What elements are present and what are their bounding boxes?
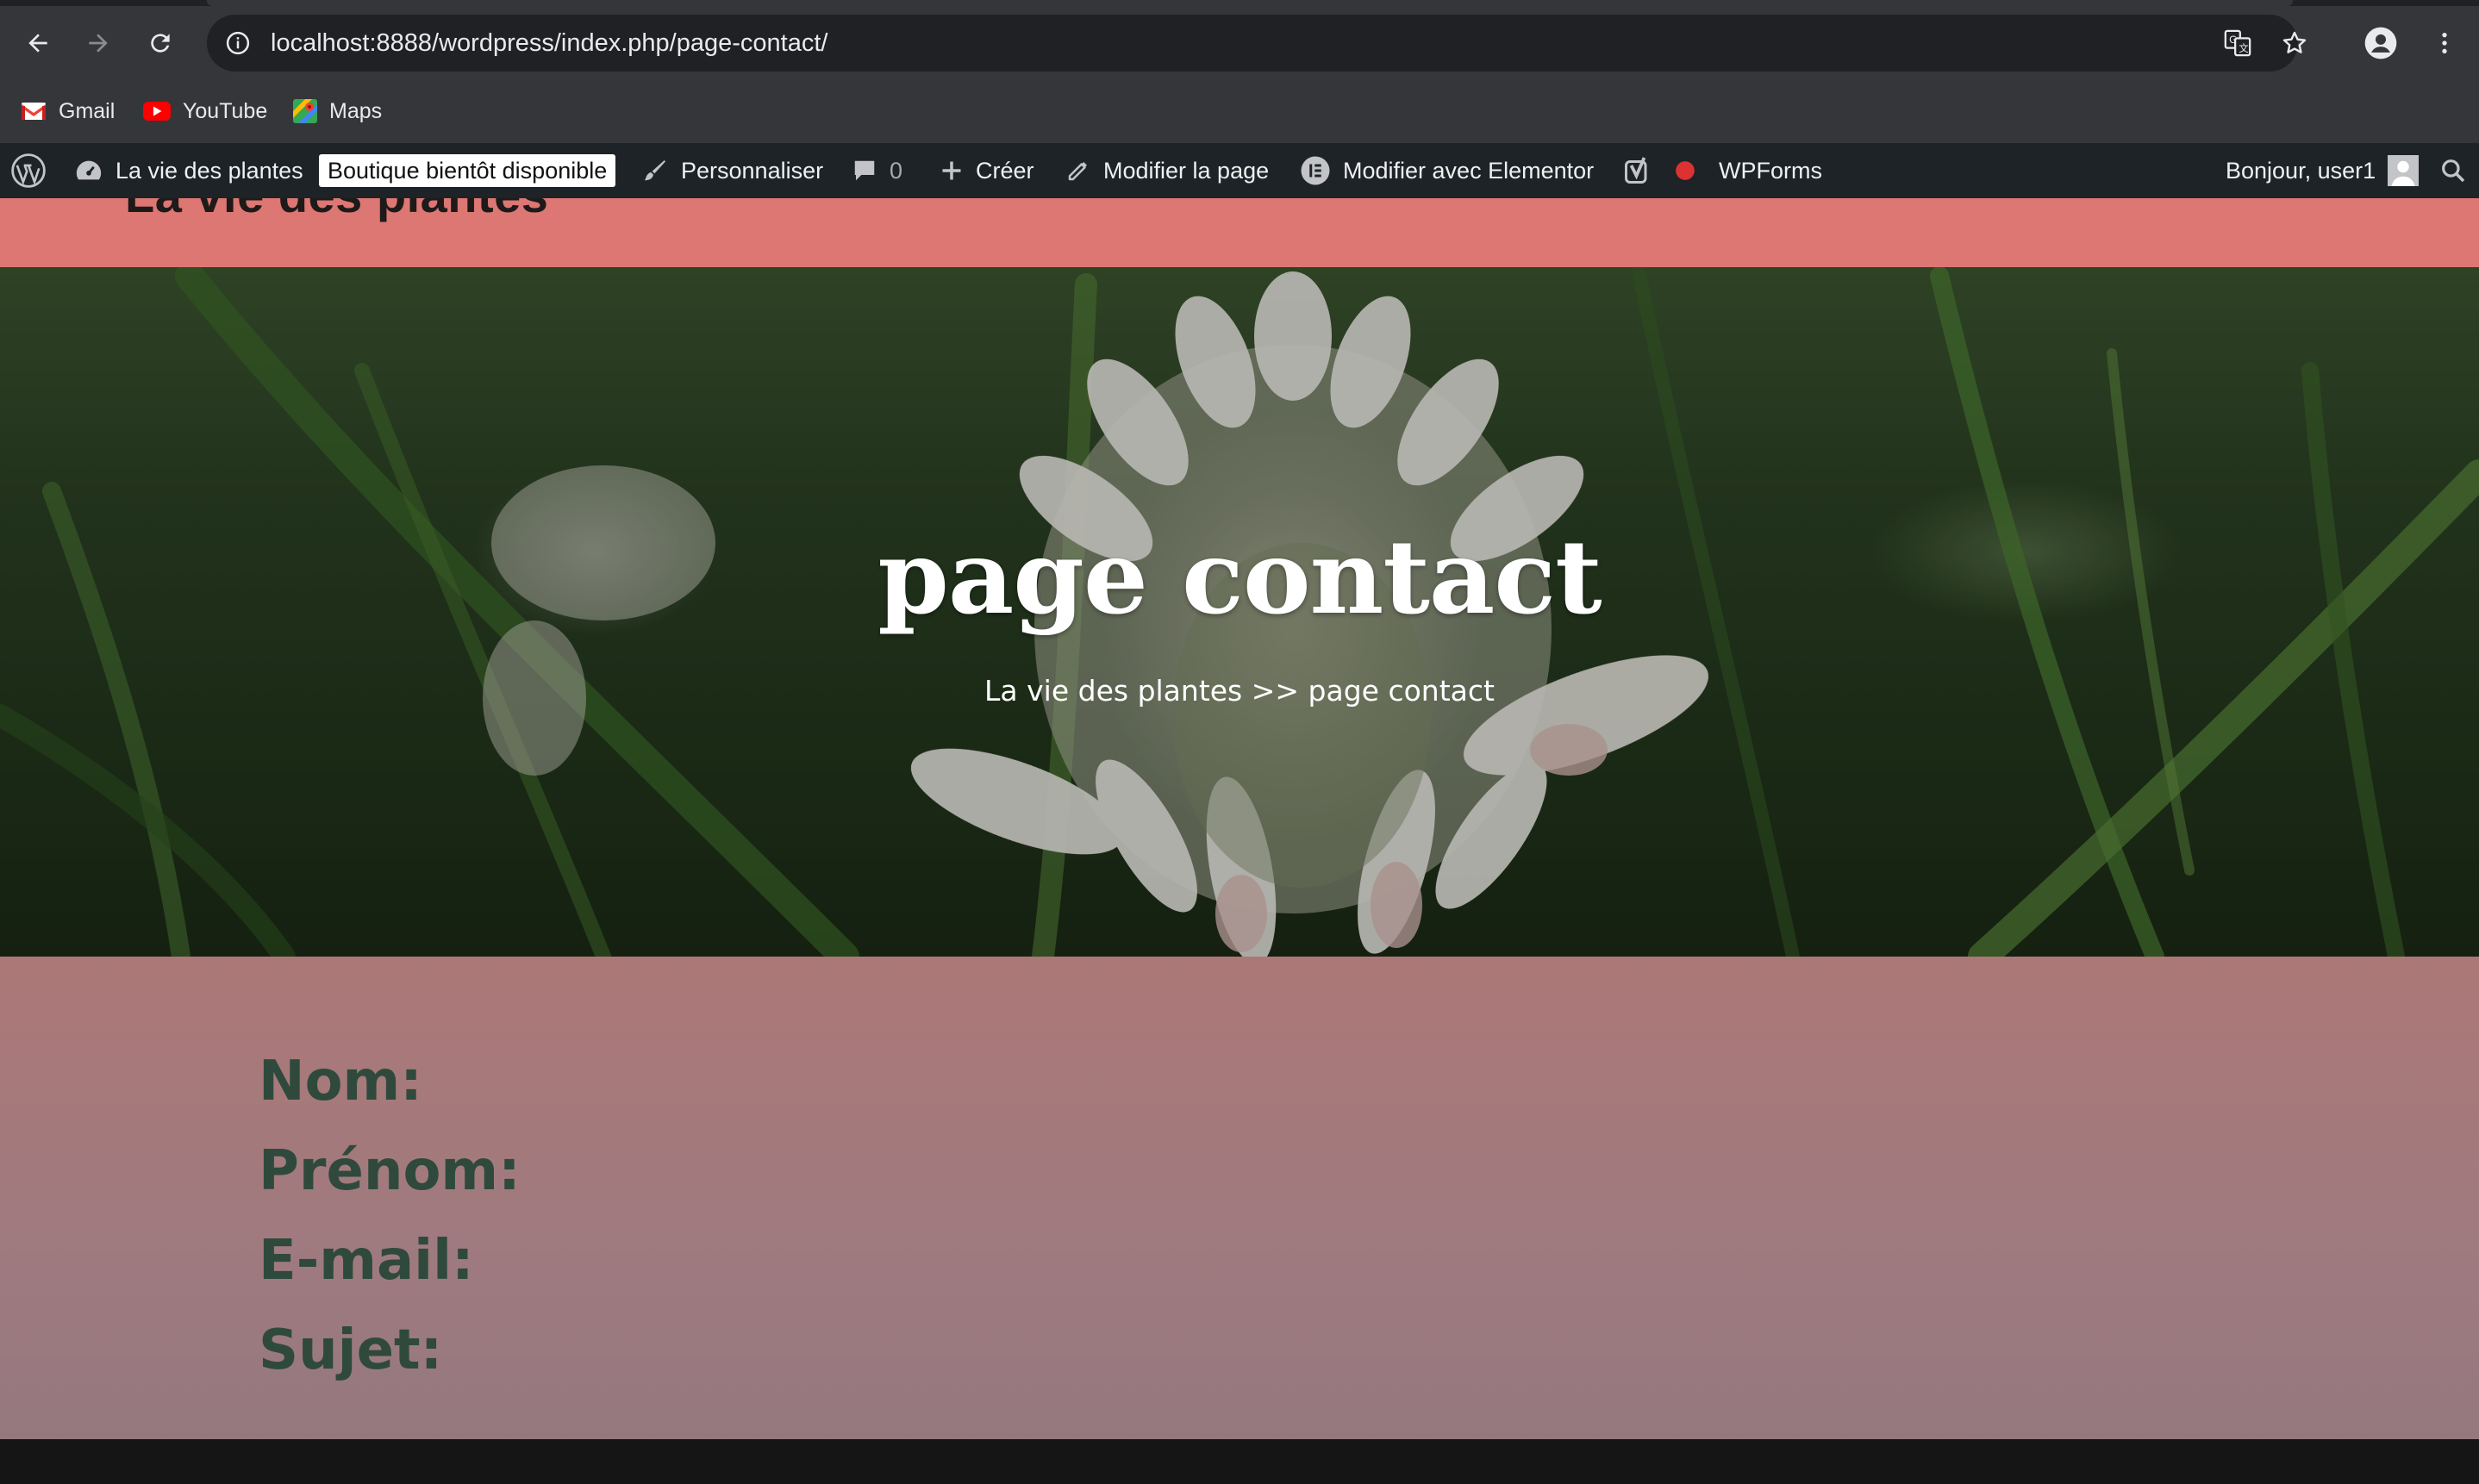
reload-button[interactable] <box>134 17 186 69</box>
bookmarks-bar: Gmail YouTube Maps <box>0 88 2479 134</box>
customize-link[interactable]: Personnaliser <box>641 143 823 198</box>
wpforms-link[interactable]: WPForms <box>1719 143 1822 198</box>
bookmark-gmail[interactable]: Gmail <box>21 88 115 134</box>
seo-status-dot-icon <box>1676 161 1695 180</box>
back-button[interactable] <box>12 17 64 69</box>
edit-with-elementor-link[interactable]: Modifier avec Elementor <box>1300 143 1594 198</box>
site-footer <box>0 1439 2479 1484</box>
url-text[interactable]: localhost:8888/wordpress/index.php/page-… <box>271 15 827 72</box>
edit-page-link[interactable]: Modifier la page <box>1065 143 1269 198</box>
new-content-label: Créer <box>976 157 1034 184</box>
browser-toolbar: localhost:8888/wordpress/index.php/page-… <box>0 0 2479 143</box>
profile-icon <box>2364 27 2397 59</box>
admin-site-label: La vie des plantes <box>116 157 303 184</box>
gmail-icon <box>22 103 46 120</box>
my-account-link[interactable]: Bonjour, user1 <box>2226 143 2420 198</box>
plus-icon <box>942 161 961 180</box>
greeting-label: Bonjour, user1 <box>2226 157 2376 184</box>
more-vertical-icon <box>2442 33 2447 53</box>
comments-link[interactable]: 0 <box>852 143 902 198</box>
new-content-link[interactable]: Créer <box>940 143 1034 198</box>
site-title[interactable]: La vie des plantes <box>125 198 548 223</box>
address-bar[interactable]: localhost:8888/wordpress/index.php/page-… <box>207 15 2307 72</box>
maps-icon <box>293 99 317 123</box>
forward-button[interactable] <box>72 17 124 69</box>
elementor-icon <box>1301 156 1330 185</box>
youtube-icon <box>143 102 171 121</box>
sujet-label: Sujet: <box>259 1319 443 1382</box>
active-tab-edge <box>207 0 2293 6</box>
bookmark-label: YouTube <box>183 98 268 123</box>
translate-icon[interactable]: G文 <box>2220 26 2255 60</box>
wpforms-label: WPForms <box>1719 157 1822 184</box>
elementor-label: Modifier avec Elementor <box>1343 157 1595 184</box>
yoast-icon <box>1625 157 1647 184</box>
prenom-label: Prénom: <box>259 1139 521 1203</box>
search-icon <box>2442 159 2465 183</box>
user-avatar-icon <box>2388 155 2420 186</box>
admin-site-name[interactable]: La vie des plantes <box>74 143 303 198</box>
svg-text:G: G <box>2229 34 2237 46</box>
tab-strip <box>0 0 2479 6</box>
contact-form-section: Nom: Prénom: E-mail: Sujet: <box>0 957 2479 1439</box>
maintenance-badge-label: Boutique bientôt disponible <box>319 154 616 187</box>
bookmark-label: Gmail <box>59 98 116 123</box>
svg-text:文: 文 <box>2239 42 2248 54</box>
customize-label: Personnaliser <box>681 157 824 184</box>
wordpress-logo-icon <box>11 153 46 188</box>
wp-admin-bar: La vie des plantes Boutique bientôt disp… <box>0 143 2479 198</box>
comments-count: 0 <box>890 157 903 184</box>
edit-page-label: Modifier la page <box>1103 157 1270 184</box>
maintenance-badge[interactable]: Boutique bientôt disponible <box>319 143 616 198</box>
wordpress-logo-button[interactable] <box>10 143 47 198</box>
hero-banner: page contact La vie des plantes >> page … <box>0 267 2479 957</box>
site-info-icon[interactable] <box>221 26 255 60</box>
dashboard-gauge-icon <box>76 160 102 180</box>
reload-icon <box>151 34 170 53</box>
forward-arrow-icon <box>89 34 108 53</box>
bookmark-youtube[interactable]: YouTube <box>143 88 267 134</box>
browser-menu-button[interactable] <box>2419 17 2470 69</box>
yoast-seo-menu[interactable] <box>1622 143 1696 198</box>
site-header: La vie des plantes <box>0 198 2479 267</box>
comment-bubble-icon <box>854 160 875 181</box>
email-label: E-mail: <box>259 1229 474 1293</box>
bookmark-star-icon[interactable] <box>2277 26 2312 60</box>
nom-label: Nom: <box>259 1050 422 1113</box>
breadcrumb[interactable]: La vie des plantes >> page contact <box>0 674 2479 708</box>
pencil-icon <box>1068 162 1087 181</box>
bookmark-maps[interactable]: Maps <box>293 88 382 134</box>
bookmark-label: Maps <box>329 98 383 123</box>
back-arrow-icon <box>28 34 47 53</box>
admin-search-button[interactable] <box>2439 143 2467 198</box>
profile-button[interactable] <box>2355 17 2407 69</box>
paintbrush-icon <box>645 160 665 181</box>
page-title: page contact <box>877 517 1602 637</box>
